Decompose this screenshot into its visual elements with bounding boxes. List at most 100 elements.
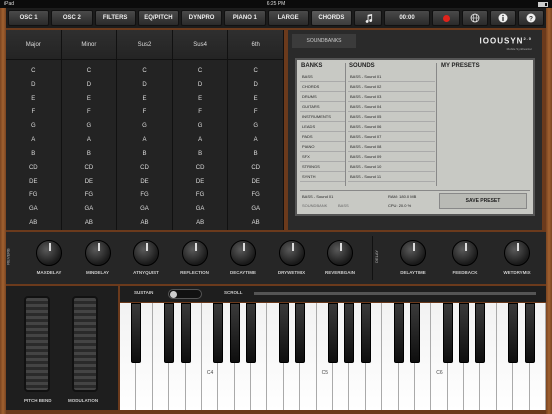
chord-button[interactable]: DE — [173, 175, 228, 189]
chord-button[interactable]: FG — [117, 188, 172, 202]
sound-item[interactable]: BASS - Sound 04 — [348, 102, 435, 112]
chord-button[interactable]: FG — [228, 188, 283, 202]
bank-item[interactable]: CHORDS — [300, 82, 345, 92]
chord-button[interactable]: GA — [6, 202, 61, 216]
chord-button[interactable]: DE — [6, 175, 61, 189]
bank-item[interactable]: SFX — [300, 152, 345, 162]
soundbanks-tab[interactable]: SOUNDBANKS — [292, 34, 356, 48]
black-key[interactable] — [508, 303, 519, 363]
black-key[interactable] — [459, 303, 470, 363]
record-button[interactable] — [432, 10, 460, 26]
bank-item[interactable]: SYNTH — [300, 172, 345, 182]
bank-item[interactable]: GUITARS — [300, 102, 345, 112]
sound-item[interactable]: BASS - Sound 01 — [348, 72, 435, 82]
chord-button[interactable]: GA — [117, 202, 172, 216]
black-key[interactable] — [475, 303, 486, 363]
chord-button[interactable]: C — [173, 64, 228, 78]
tab-large[interactable]: LARGE — [267, 10, 309, 26]
chord-button[interactable]: DE — [117, 175, 172, 189]
tab-dynpro[interactable]: DYNPRO — [181, 10, 223, 26]
black-key[interactable] — [164, 303, 175, 363]
drywetmix-knob[interactable] — [278, 240, 305, 266]
bank-item[interactable]: INSTRUMENTS — [300, 112, 345, 122]
chord-button[interactable]: B — [173, 147, 228, 161]
chord-button[interactable]: AB — [117, 216, 172, 230]
chord-button[interactable]: AB — [173, 216, 228, 230]
chord-button[interactable]: AB — [6, 216, 61, 230]
black-key[interactable] — [393, 303, 404, 363]
sound-item[interactable]: BASS - Sound 03 — [348, 92, 435, 102]
chord-button[interactable]: B — [6, 147, 61, 161]
info-button[interactable] — [490, 10, 516, 26]
chord-button[interactable]: E — [228, 92, 283, 106]
mindelay-knob[interactable] — [84, 240, 111, 266]
atnyquist-knob[interactable] — [133, 240, 159, 266]
black-key[interactable] — [278, 303, 289, 363]
wetdrymix-knob[interactable] — [504, 240, 530, 266]
chord-button[interactable]: FG — [6, 188, 61, 202]
chord-button[interactable]: FG — [173, 188, 228, 202]
bank-item[interactable]: PADS — [300, 132, 345, 142]
chord-button[interactable]: CD — [6, 161, 61, 175]
chord-button[interactable]: A — [6, 133, 61, 147]
chord-button[interactable]: CD — [173, 161, 228, 175]
black-key[interactable] — [442, 303, 453, 363]
tab-filters[interactable]: FILTERS — [94, 10, 136, 26]
black-key[interactable] — [295, 303, 306, 363]
chord-button[interactable]: E — [173, 92, 228, 106]
chord-button[interactable]: CD — [62, 161, 117, 175]
chord-button[interactable]: B — [117, 147, 172, 161]
save-preset-button[interactable]: SAVE PRESET — [439, 193, 527, 209]
tab-osc1[interactable]: OSC 1 — [8, 10, 50, 26]
delaytime-knob[interactable] — [400, 240, 426, 266]
chord-button[interactable]: DE — [62, 175, 117, 189]
sound-item[interactable]: BASS - Sound 10 — [348, 162, 435, 172]
tab-chords[interactable]: CHORDS — [310, 10, 352, 26]
chord-button[interactable]: CD — [117, 161, 172, 175]
globe-button[interactable] — [462, 10, 488, 26]
chord-button[interactable]: A — [228, 133, 283, 147]
chord-button[interactable]: D — [117, 78, 172, 92]
chord-button[interactable]: F — [117, 105, 172, 119]
black-key[interactable] — [328, 303, 338, 363]
chord-button[interactable]: A — [173, 133, 228, 147]
sound-item[interactable]: BASS - Sound 08 — [348, 142, 435, 152]
chord-button[interactable]: GA — [228, 202, 283, 216]
black-key[interactable] — [409, 303, 420, 363]
chord-button[interactable]: D — [62, 78, 117, 92]
sound-item[interactable]: BASS - Sound 07 — [348, 132, 435, 142]
modulation-wheel[interactable] — [72, 296, 98, 392]
sound-item[interactable]: BASS - Sound 09 — [348, 152, 435, 162]
bank-item[interactable]: STRINGS — [300, 162, 345, 172]
chord-button[interactable]: G — [6, 119, 61, 133]
sound-item[interactable]: BASS - Sound 11 — [348, 172, 435, 182]
black-key[interactable] — [246, 303, 257, 363]
tab-eq-pitch[interactable]: EQ/PITCH — [137, 10, 179, 26]
chord-button[interactable]: B — [228, 147, 283, 161]
chord-button[interactable]: G — [62, 119, 117, 133]
decaytime-knob[interactable] — [230, 240, 256, 266]
black-key[interactable] — [524, 303, 535, 363]
bank-item[interactable]: BASS — [300, 72, 345, 82]
sustain-toggle[interactable] — [168, 289, 202, 299]
chord-button[interactable]: GA — [173, 202, 228, 216]
black-key[interactable] — [131, 303, 142, 363]
chord-button[interactable]: C — [117, 64, 172, 78]
chord-button[interactable]: CD — [228, 161, 283, 175]
maxdelay-knob[interactable] — [36, 240, 62, 266]
chord-button[interactable]: E — [117, 92, 172, 106]
music-note-button[interactable] — [354, 10, 382, 26]
pitch-bend-wheel[interactable] — [24, 296, 50, 392]
chord-button[interactable]: E — [6, 92, 61, 106]
chord-button[interactable]: B — [62, 147, 117, 161]
black-key[interactable] — [213, 303, 224, 363]
chord-button[interactable]: AB — [62, 216, 117, 230]
chord-button[interactable]: D — [228, 78, 283, 92]
chord-button[interactable]: C — [228, 64, 283, 78]
keyboard-scroll-slider[interactable] — [254, 292, 536, 295]
black-key[interactable] — [360, 303, 371, 363]
chord-button[interactable]: F — [173, 105, 228, 119]
reverbgain-knob[interactable] — [327, 240, 353, 266]
sound-item[interactable]: BASS - Sound 02 — [348, 82, 435, 92]
sound-item[interactable]: BASS - Sound 06 — [348, 122, 435, 132]
